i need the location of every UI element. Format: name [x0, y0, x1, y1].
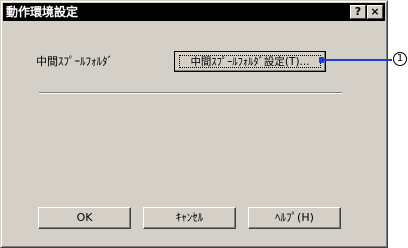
settings-dialog: 動作環境設定 ? × 中間ｽﾌﾟｰﾙﾌｫﾙﾀﾞ 中間ｽﾌﾟｰﾙﾌｫﾙﾀﾞ設定(T…	[0, 0, 388, 248]
cancel-button[interactable]: ｷｬﾝｾﾙ	[143, 207, 236, 229]
help-icon[interactable]: ?	[350, 5, 366, 19]
close-icon[interactable]: ×	[367, 5, 383, 19]
window-title: 動作環境設定	[6, 5, 79, 19]
title-bar[interactable]: 動作環境設定 ? ×	[3, 3, 385, 21]
callout-number: 1	[393, 52, 407, 66]
spool-folder-settings-button[interactable]: 中間ｽﾌﾟｰﾙﾌｫﾙﾀﾞ設定(T)...	[174, 51, 326, 72]
screenshot-stage: 動作環境設定 ? × 中間ｽﾌﾟｰﾙﾌｫﾙﾀﾞ 中間ｽﾌﾟｰﾙﾌｫﾙﾀﾞ設定(T…	[0, 0, 408, 248]
help-button[interactable]: ﾍﾙﾌﾟ(H)	[248, 207, 341, 229]
callout-line	[319, 57, 392, 63]
intermediate-spool-folder-label: 中間ｽﾌﾟｰﾙﾌｫﾙﾀﾞ	[36, 55, 113, 68]
spool-folder-settings-label: 中間ｽﾌﾟｰﾙﾌｫﾙﾀﾞ設定(T)...	[190, 56, 310, 68]
ok-button[interactable]: OK	[38, 207, 131, 229]
separator	[39, 92, 342, 94]
